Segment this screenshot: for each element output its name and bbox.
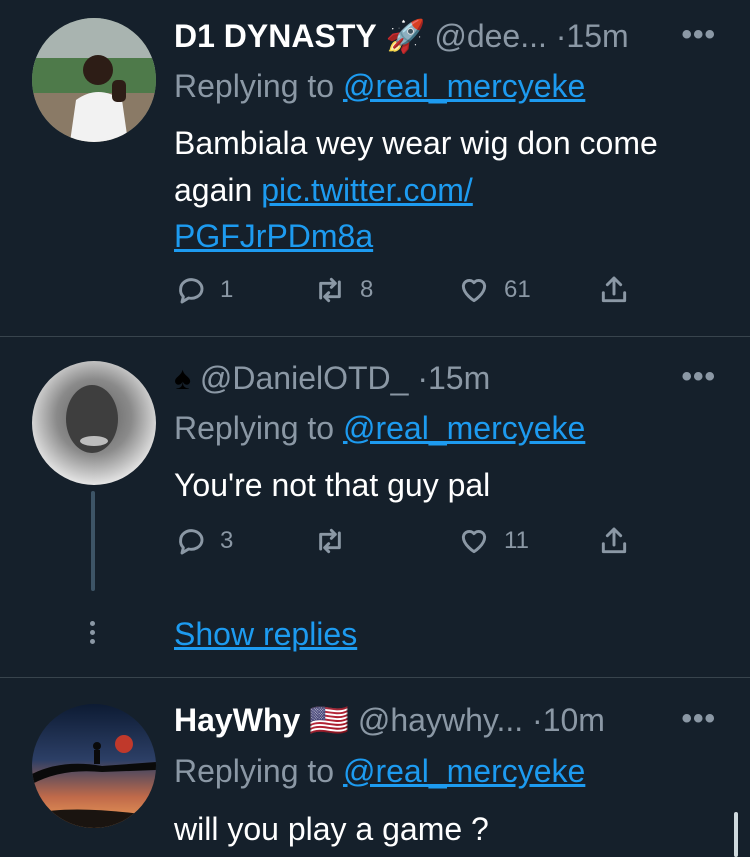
replying-to-label: Replying to — [174, 410, 335, 446]
replying-to-link[interactable]: @real_mercyeke — [343, 68, 585, 104]
username-handle[interactable]: @dee... — [434, 18, 547, 54]
retweet-button[interactable]: 8 — [314, 274, 373, 306]
like-icon — [461, 278, 487, 303]
thread-dots-icon — [90, 621, 96, 648]
reply-button[interactable]: 3 — [174, 525, 233, 557]
tweet-2[interactable]: ♠ @DanielOTD_ ·15m ••• Replying to @real… — [0, 337, 750, 677]
display-name[interactable]: D1 DYNASTY — [174, 18, 377, 54]
thread-line — [91, 491, 95, 591]
replying-to-label: Replying to — [174, 753, 335, 789]
share-button[interactable] — [598, 274, 630, 306]
avatar[interactable] — [32, 18, 156, 142]
like-count: 61 — [504, 276, 531, 303]
reply-button[interactable]: 1 — [174, 274, 233, 306]
share-icon — [601, 276, 627, 303]
tweet-header: HayWhy 🇺🇸 @haywhy... ·10m — [174, 700, 605, 740]
tweet-header: ♠ @DanielOTD_ ·15m — [174, 358, 490, 398]
spade-icon: ♠ — [174, 360, 191, 396]
reply-count: 3 — [220, 527, 234, 554]
show-replies-link[interactable]: Show replies — [174, 614, 357, 654]
rocket-emoji-icon: 🚀 — [385, 18, 426, 54]
tweet-text-line2: again pic.twitter.com/ — [174, 170, 473, 210]
timestamp[interactable]: ·10m — [532, 702, 605, 738]
retweet-button[interactable] — [314, 525, 360, 557]
like-count: 11 — [504, 527, 529, 554]
reply-count: 1 — [220, 276, 234, 303]
reply-icon — [179, 529, 204, 555]
like-button[interactable]: 61 — [458, 274, 531, 306]
more-icon[interactable]: ••• — [681, 704, 716, 734]
more-icon[interactable]: ••• — [681, 20, 716, 50]
tweet-actions: 3 11 — [174, 525, 644, 565]
username-handle[interactable]: @DanielOTD_ — [200, 360, 409, 396]
tweet-text: You're not that guy pal — [174, 467, 491, 503]
replying-to: Replying to @real_mercyeke — [174, 751, 585, 791]
replying-to-link[interactable]: @real_mercyeke — [343, 410, 585, 446]
retweet-icon — [319, 277, 341, 303]
timestamp[interactable]: ·15m — [556, 18, 629, 54]
retweet-icon — [319, 528, 341, 554]
avatar[interactable] — [32, 361, 156, 485]
username-handle[interactable]: @haywhy... — [358, 702, 523, 738]
retweet-count: 8 — [360, 276, 374, 303]
us-flag-icon: 🇺🇸 — [309, 702, 349, 738]
tweet-actions: 1 8 61 — [174, 274, 644, 314]
more-icon[interactable]: ••• — [681, 362, 716, 392]
tweet-1[interactable]: D1 DYNASTY 🚀 @dee... ·15m ••• Replying t… — [0, 0, 750, 336]
media-link-continued[interactable]: PGFJrPDm8a — [174, 216, 373, 256]
share-button[interactable] — [598, 525, 630, 557]
tweet-header: D1 DYNASTY 🚀 @dee... ·15m — [174, 16, 629, 56]
tweet-text: will you play a game ? — [174, 811, 489, 847]
replying-to-link[interactable]: @real_mercyeke — [343, 753, 585, 789]
display-name[interactable]: HayWhy — [174, 702, 300, 738]
scrollbar[interactable] — [734, 812, 738, 857]
share-icon — [601, 527, 627, 554]
avatar-image — [32, 704, 156, 828]
replying-to: Replying to @real_mercyeke — [174, 408, 585, 448]
reply-icon — [179, 278, 204, 304]
avatar-image — [32, 18, 156, 142]
timestamp[interactable]: ·15m — [417, 360, 490, 396]
tweet-text-part: again — [174, 172, 253, 208]
avatar[interactable] — [32, 704, 156, 828]
replying-to: Replying to @real_mercyeke — [174, 66, 585, 106]
tweet-text: Bambiala wey wear wig don come — [174, 125, 658, 161]
avatar-image — [32, 361, 156, 485]
like-icon — [461, 529, 487, 554]
media-link[interactable]: pic.twitter.com/ — [261, 172, 473, 208]
tweet-3[interactable]: HayWhy 🇺🇸 @haywhy... ·10m ••• Replying t… — [0, 678, 750, 857]
replying-to-label: Replying to — [174, 68, 335, 104]
like-button[interactable]: 11 — [458, 525, 529, 557]
